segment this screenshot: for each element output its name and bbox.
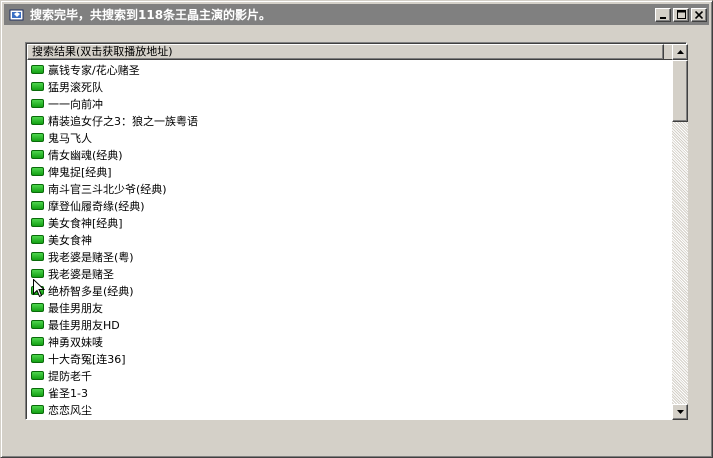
result-item-label: 美女食神[经典] — [48, 216, 123, 230]
result-item[interactable]: 恋恋风尘 — [27, 401, 672, 418]
vertical-scrollbar[interactable] — [672, 44, 688, 420]
green-led-icon — [31, 218, 44, 227]
results-list[interactable]: 搜索结果(双击获取播放地址) 赢钱专家/花心赌圣 猛男滚死队一一向前冲精装追女仔之… — [27, 44, 672, 420]
result-item[interactable]: 赢钱专家/花心赌圣 — [27, 61, 672, 78]
green-led-icon — [31, 303, 44, 312]
green-led-icon — [31, 184, 44, 193]
scroll-down-button[interactable] — [672, 404, 688, 420]
result-item-label: 最佳男朋友HD — [48, 318, 120, 332]
green-led-icon — [31, 65, 44, 74]
result-item[interactable]: 美女食神[经典] — [27, 214, 672, 231]
green-led-icon — [31, 252, 44, 261]
result-item-label: 鬼马飞人 — [48, 131, 92, 145]
green-led-icon — [31, 116, 44, 125]
result-item-label: 俾鬼捉[经典] — [48, 165, 112, 179]
result-item-label: 雀圣1-3 — [48, 386, 88, 400]
result-item[interactable]: 神勇双妹唛 — [27, 333, 672, 350]
result-item-label: 提防老千 — [48, 369, 92, 383]
result-item[interactable]: 精装追女仔之3：狼之一族粤语 — [27, 112, 672, 129]
result-item-label: 神勇双妹唛 — [48, 335, 103, 349]
result-item-label: 我老婆是赌圣(粤) — [48, 250, 134, 264]
green-led-icon — [31, 269, 44, 278]
green-led-icon — [31, 354, 44, 363]
result-item[interactable]: 我老婆是赌圣(粤) — [27, 248, 672, 265]
green-led-icon — [31, 235, 44, 244]
result-item[interactable]: 美女食神 — [27, 231, 672, 248]
results-column-header[interactable]: 搜索结果(双击获取播放地址) — [27, 44, 664, 60]
close-button[interactable] — [691, 7, 707, 22]
result-item[interactable]: 我老婆是赌圣 — [27, 265, 672, 282]
minimize-button[interactable] — [655, 7, 671, 22]
scroll-down-arrow-icon — [676, 410, 684, 414]
green-led-icon — [31, 371, 44, 380]
result-item-label: 南斗官三斗北少爷(经典) — [48, 182, 167, 196]
result-item[interactable]: 一一向前冲 — [27, 95, 672, 112]
result-item-label: 恋恋风尘 — [48, 403, 92, 417]
results-panel: 搜索结果(双击获取播放地址) 赢钱专家/花心赌圣 猛男滚死队一一向前冲精装追女仔之… — [25, 42, 688, 420]
scroll-up-button[interactable] — [672, 44, 688, 60]
green-led-icon — [31, 320, 44, 329]
result-item-label: 倩女幽魂(经典) — [48, 148, 123, 162]
scroll-thumb[interactable] — [672, 60, 688, 122]
result-item[interactable]: 最佳男朋友HD — [27, 316, 672, 333]
window-title: 搜索完毕，共搜索到118条王晶主演的影片。 — [30, 8, 272, 22]
main-window: 搜索完毕，共搜索到118条王晶主演的影片。 搜索结果(双击获取播放地址) 赢钱专… — [0, 0, 713, 458]
close-icon — [695, 10, 703, 19]
minimize-icon — [660, 16, 666, 19]
result-item-label: 美女食神 — [48, 233, 92, 247]
result-item[interactable]: 猛男滚死队 — [27, 78, 672, 95]
result-item[interactable]: 倩女幽魂(经典) — [27, 146, 672, 163]
green-led-icon — [31, 150, 44, 159]
title-bar[interactable]: 搜索完毕，共搜索到118条王晶主演的影片。 — [4, 4, 709, 25]
result-item-label: 猛男滚死队 — [48, 80, 103, 94]
result-item-label: 我老婆是赌圣 — [48, 267, 114, 281]
mouse-pointer-icon — [33, 279, 45, 298]
green-led-icon — [31, 337, 44, 346]
scroll-up-arrow-icon — [676, 50, 684, 54]
column-header-filler — [664, 44, 672, 60]
results-rows: 赢钱专家/花心赌圣 猛男滚死队一一向前冲精装追女仔之3：狼之一族粤语 鬼马飞人倩女幽… — [27, 61, 672, 418]
result-item[interactable]: 摩登仙履奇缘(经典) — [27, 197, 672, 214]
result-item[interactable]: 雀圣1-3 — [27, 384, 672, 401]
green-led-icon — [31, 167, 44, 176]
result-item-label: 绝桥智多星(经典) — [48, 284, 134, 298]
maximize-button[interactable] — [673, 7, 689, 22]
green-led-icon — [31, 405, 44, 414]
result-item[interactable]: 俾鬼捉[经典] — [27, 163, 672, 180]
result-item[interactable]: 南斗官三斗北少爷(经典) — [27, 180, 672, 197]
maximize-icon — [676, 10, 686, 19]
result-item[interactable]: 绝桥智多星(经典) — [27, 282, 672, 299]
result-item-label: 最佳男朋友 — [48, 301, 103, 315]
green-led-icon — [31, 388, 44, 397]
result-item[interactable]: 提防老千 — [27, 367, 672, 384]
result-item-label: 一一向前冲 — [48, 97, 103, 111]
result-item-label: 十大奇冤[连36] — [48, 352, 126, 366]
result-item[interactable]: 十大奇冤[连36] — [27, 350, 672, 367]
green-led-icon — [31, 201, 44, 210]
result-item-label: 赢钱专家/花心赌圣 — [48, 63, 140, 77]
green-led-icon — [31, 133, 44, 142]
green-led-icon — [31, 82, 44, 91]
result-item[interactable]: 鬼马飞人 — [27, 129, 672, 146]
result-item-label: 摩登仙履奇缘(经典) — [48, 199, 145, 213]
result-item[interactable]: 最佳男朋友 — [27, 299, 672, 316]
green-led-icon — [31, 99, 44, 108]
app-icon[interactable] — [9, 7, 25, 23]
result-item-label: 精装追女仔之3：狼之一族粤语 — [48, 114, 198, 128]
